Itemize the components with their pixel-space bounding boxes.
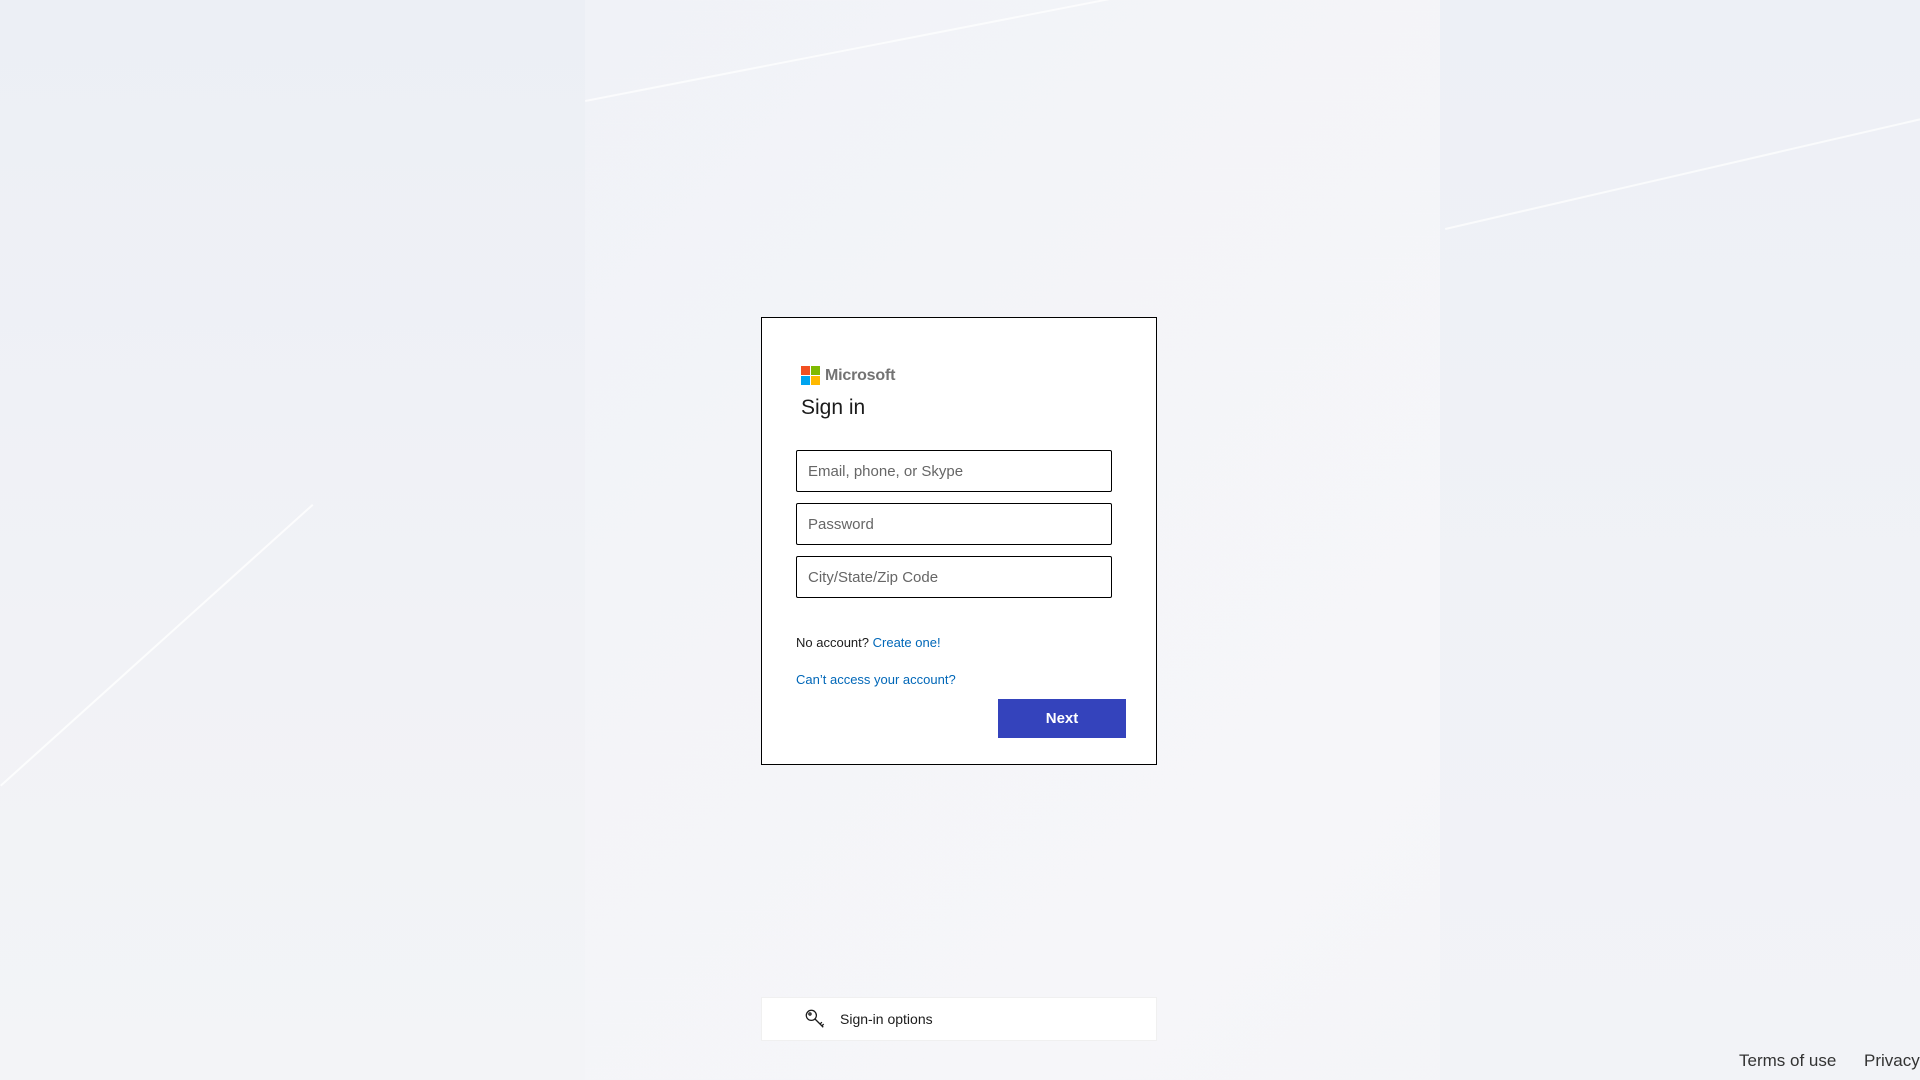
no-account-text: No account? bbox=[796, 635, 869, 650]
microsoft-logo: Microsoft bbox=[801, 366, 895, 385]
key-icon bbox=[805, 1009, 825, 1028]
signin-card: Microsoft Sign in No account? Create one… bbox=[761, 317, 1157, 765]
cant-access-account-link[interactable]: Can’t access your account? bbox=[796, 672, 956, 687]
no-account-row: No account? Create one! bbox=[796, 635, 941, 650]
background-panel-right bbox=[1440, 0, 1920, 1080]
background-line bbox=[585, 0, 1430, 102]
privacy-link[interactable]: Privacy bbox=[1864, 1051, 1920, 1071]
background-line bbox=[0, 503, 314, 787]
signin-options-button[interactable]: Sign-in options bbox=[761, 997, 1157, 1041]
signin-options-label: Sign-in options bbox=[840, 1011, 933, 1027]
terms-of-use-link[interactable]: Terms of use bbox=[1739, 1051, 1836, 1071]
brand-name: Microsoft bbox=[825, 366, 896, 384]
next-button[interactable]: Next bbox=[998, 699, 1126, 738]
password-field[interactable] bbox=[796, 503, 1112, 545]
city-state-zip-field[interactable] bbox=[796, 556, 1112, 598]
create-account-link[interactable]: Create one! bbox=[873, 635, 941, 650]
page-title: Sign in bbox=[801, 396, 866, 419]
background-line bbox=[1445, 115, 1920, 230]
microsoft-logo-icon bbox=[801, 366, 820, 385]
background-panel-left bbox=[0, 0, 585, 1080]
email-field[interactable] bbox=[796, 450, 1112, 492]
